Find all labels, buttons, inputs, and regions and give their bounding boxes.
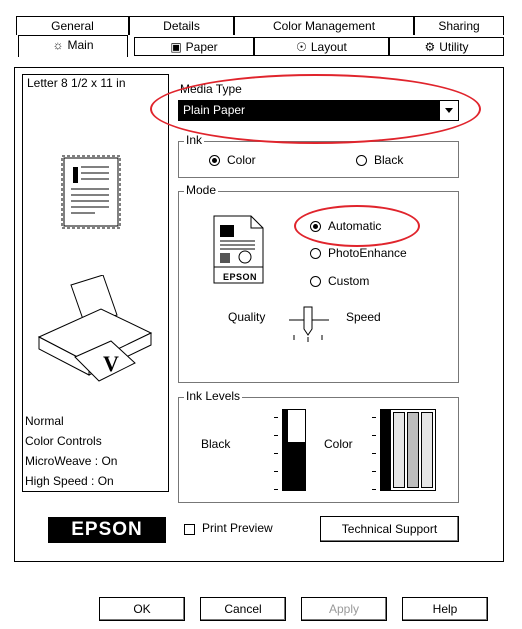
- ink-black-level-label: Black: [201, 437, 231, 451]
- help-button[interactable]: Help: [402, 597, 488, 621]
- radio-selected-icon: [209, 154, 220, 166]
- color-ink-cartridge: [372, 409, 442, 493]
- ink-levels-group-label: Ink Levels: [184, 389, 243, 403]
- tab-details[interactable]: Details: [129, 16, 234, 35]
- mode-automatic-label: Automatic: [328, 219, 382, 233]
- media-type-value: Plain Paper: [179, 101, 440, 120]
- tab-sharing[interactable]: Sharing: [414, 16, 504, 35]
- cancel-button[interactable]: Cancel: [200, 597, 286, 621]
- cyan-ink-level-bar: [393, 412, 405, 488]
- tab-main-label: Main: [67, 38, 94, 52]
- paper-icon: ▣: [170, 40, 182, 54]
- ink-color-radio[interactable]: Color: [209, 153, 256, 167]
- print-preview-label: Print Preview: [202, 521, 273, 535]
- yellow-ink-level-bar: [421, 412, 433, 488]
- settings-summary: Normal Color Controls MicroWeave : On Hi…: [25, 411, 117, 491]
- tab-color-management-label: Color Management: [272, 19, 376, 33]
- mode-group-label: Mode: [184, 183, 219, 197]
- tab-color-management[interactable]: Color Management: [234, 16, 414, 35]
- black-ink-cartridge: [274, 409, 308, 493]
- tab-general[interactable]: General: [16, 16, 129, 35]
- chevron-down-icon[interactable]: [439, 101, 458, 120]
- tab-utility[interactable]: ⚙ Utility: [389, 37, 504, 56]
- mode-automatic-radio[interactable]: Automatic: [310, 219, 381, 233]
- black-ink-level-bar: [288, 442, 305, 490]
- mode-custom-radio[interactable]: Custom: [310, 274, 369, 288]
- tab-main[interactable]: ☼ Main: [18, 35, 128, 57]
- mode-photoenhance-radio[interactable]: PhotoEnhance: [310, 246, 407, 260]
- summary-microweave: MicroWeave : On: [25, 454, 118, 468]
- tab-paper-label: Paper: [185, 40, 218, 54]
- media-type-select[interactable]: Plain Paper: [178, 100, 459, 121]
- tab-layout-label: Layout: [310, 40, 347, 54]
- printer-illustration-icon: V: [37, 275, 153, 382]
- tab-utility-label: Utility: [439, 40, 469, 54]
- preview-pane: Letter 8 1/2 x 11 in V Normal Color Cont…: [22, 74, 169, 492]
- ink-color-level-label: Color: [324, 437, 353, 451]
- layout-icon: ☉: [296, 40, 307, 54]
- ink-group-label: Ink: [184, 133, 205, 147]
- radio-unselected-icon: [310, 275, 321, 287]
- media-type-label: Media Type: [180, 82, 242, 96]
- epson-logo: EPSON: [48, 517, 166, 543]
- print-preview-checkbox[interactable]: [184, 524, 195, 535]
- speed-label: Speed: [346, 310, 381, 324]
- svg-text:V: V: [103, 351, 119, 376]
- tab-general-label: General: [51, 19, 94, 33]
- utility-icon: ⚙: [424, 40, 436, 54]
- mode-custom-label: Custom: [328, 274, 370, 288]
- page-preview-icon: [61, 155, 121, 229]
- quality-speed-slider[interactable]: [287, 301, 331, 343]
- radio-unselected-icon: [356, 154, 367, 166]
- printer-properties-dialog: General Details Color Management Sharing…: [4, 4, 518, 625]
- epson-mode-badge: EPSON: [222, 272, 257, 282]
- mode-photoenhance-label: PhotoEnhance: [328, 246, 407, 260]
- summary-high-speed: High Speed : On: [25, 474, 114, 488]
- summary-color-controls: Color Controls: [25, 434, 102, 448]
- tab-sharing-label: Sharing: [438, 19, 480, 33]
- summary-normal: Normal: [25, 414, 64, 428]
- ok-button[interactable]: OK: [99, 597, 185, 621]
- ink-black-radio[interactable]: Black: [356, 153, 403, 167]
- paper-size-label: Letter 8 1/2 x 11 in: [27, 76, 126, 90]
- magenta-ink-level-bar: [407, 412, 419, 488]
- tab-layout[interactable]: ☉ Layout: [254, 37, 389, 56]
- technical-support-button[interactable]: Technical Support: [320, 516, 459, 542]
- apply-button[interactable]: Apply: [301, 597, 387, 621]
- tab-paper[interactable]: ▣ Paper: [134, 37, 254, 56]
- ink-black-label: Black: [374, 153, 404, 167]
- radio-selected-icon: [310, 220, 321, 232]
- ink-color-label: Color: [227, 153, 256, 167]
- tab-details-label: Details: [163, 19, 200, 33]
- radio-unselected-icon: [310, 247, 321, 259]
- main-icon: ☼: [52, 38, 64, 52]
- quality-label: Quality: [228, 310, 266, 324]
